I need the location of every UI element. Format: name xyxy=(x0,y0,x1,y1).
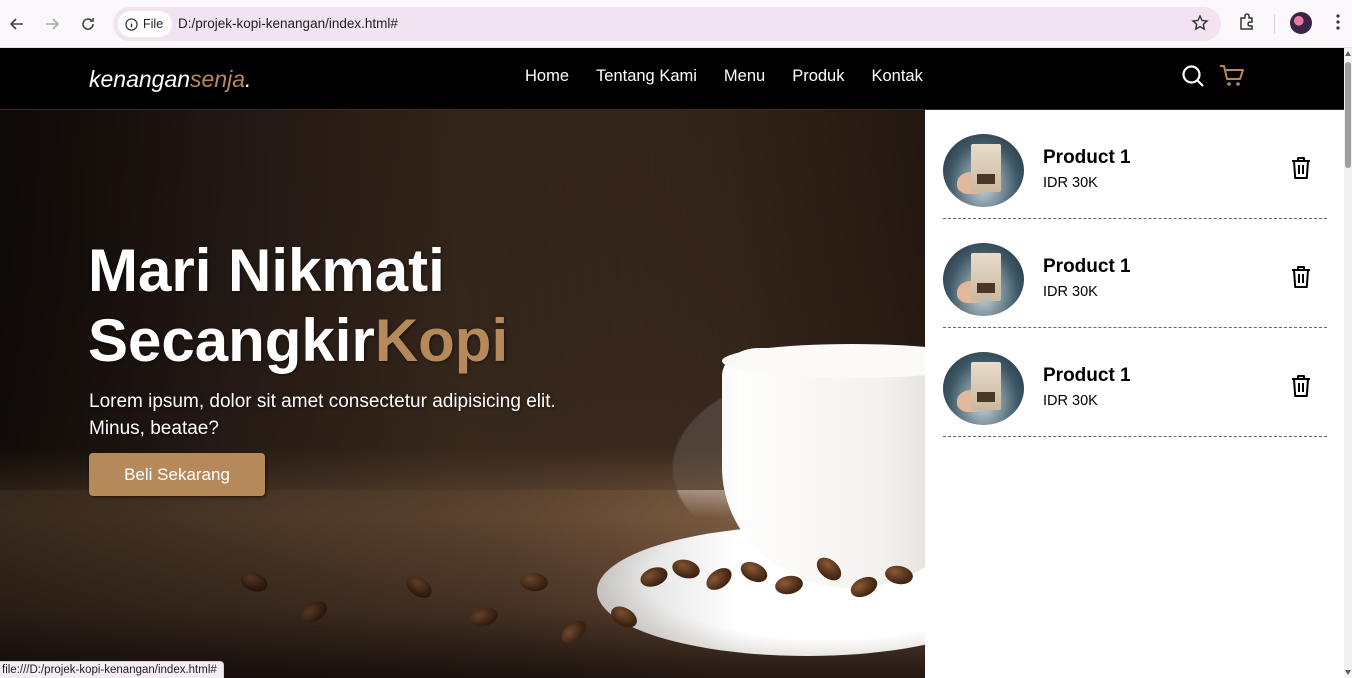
cart-item: Product 1 IDR 30K xyxy=(943,110,1327,219)
nav-link-tentang-kami[interactable]: Tentang Kami xyxy=(596,67,697,86)
site-info-chip[interactable]: File xyxy=(118,11,173,37)
cart-item-price: IDR 30K xyxy=(1043,175,1098,191)
cart-item-name: Product 1 xyxy=(1043,147,1131,168)
hero-title-accent: Kopi xyxy=(374,307,509,374)
cart-item-price: IDR 30K xyxy=(1043,284,1098,300)
profile-avatar[interactable] xyxy=(1290,12,1312,34)
shopping-cart-panel: Product 1 IDR 30K Product 1 IDR 30K Prod… xyxy=(925,110,1344,678)
search-icon[interactable] xyxy=(1181,64,1205,93)
brand-logo[interactable]: kenangansenja. xyxy=(89,66,251,93)
trash-icon[interactable] xyxy=(1291,374,1311,403)
brand-accent: senja xyxy=(190,66,246,92)
trash-icon[interactable] xyxy=(1291,265,1311,294)
nav-link-produk[interactable]: Produk xyxy=(792,67,844,86)
shopping-cart-icon[interactable] xyxy=(1219,64,1245,93)
coffee-pack-image xyxy=(971,144,1001,192)
nav-icons xyxy=(1181,64,1245,93)
trash-icon[interactable] xyxy=(1291,156,1311,185)
link-status-bar: file:///D:/projek-kopi-kenangan/index.ht… xyxy=(0,661,224,678)
cart-item-name: Product 1 xyxy=(1043,256,1131,277)
toolbar-divider xyxy=(1274,14,1275,34)
hero-title: Mari Nikmati SecangkirKopi xyxy=(88,236,508,376)
page-scrollbar[interactable] xyxy=(1344,48,1352,678)
hero-description: Lorem ipsum, dolor sit amet consectetur … xyxy=(89,391,556,439)
hero-title-line2: SecangkirKopi xyxy=(88,306,508,376)
product-thumbnail xyxy=(943,134,1024,207)
product-thumbnail xyxy=(943,352,1024,425)
bookmark-star-icon[interactable] xyxy=(1191,14,1209,37)
back-icon[interactable] xyxy=(5,12,29,36)
url-text[interactable]: D:/projek-kopi-kenangan/index.html# xyxy=(178,16,398,31)
reload-icon[interactable] xyxy=(76,12,100,36)
coffee-pack-image xyxy=(971,362,1001,410)
cart-item: Product 1 IDR 30K xyxy=(943,219,1327,328)
nav-link-kontak[interactable]: Kontak xyxy=(871,67,922,86)
cart-item-name: Product 1 xyxy=(1043,365,1131,386)
cart-item: Product 1 IDR 30K xyxy=(943,328,1327,437)
address-bar[interactable]: File D:/projek-kopi-kenangan/index.html# xyxy=(113,7,1221,41)
brand-dot: . xyxy=(245,66,252,92)
site-navbar: kenangansenja. Home Tentang Kami Menu Pr… xyxy=(0,48,1344,110)
scroll-down-arrow-icon[interactable] xyxy=(1345,670,1351,675)
nav-link-menu[interactable]: Menu xyxy=(724,67,765,86)
product-thumbnail xyxy=(943,243,1024,316)
extensions-icon[interactable] xyxy=(1237,12,1257,37)
hero-title-line1: Mari Nikmati xyxy=(88,237,445,304)
page-viewport: Mari Nikmati SecangkirKopi Lorem ipsum, … xyxy=(0,48,1344,678)
scrollbar-thumb[interactable] xyxy=(1345,62,1351,168)
cart-item-price: IDR 30K xyxy=(1043,393,1098,409)
brand-main: kenangan xyxy=(89,66,191,92)
more-menu-icon[interactable] xyxy=(1328,12,1348,37)
forward-icon[interactable] xyxy=(40,12,64,36)
info-icon xyxy=(125,17,138,31)
scroll-up-arrow-icon[interactable] xyxy=(1345,51,1351,56)
nav-links: Home Tentang Kami Menu Produk Kontak xyxy=(525,67,923,86)
file-chip-label: File xyxy=(143,17,164,31)
browser-toolbar: File D:/projek-kopi-kenangan/index.html# xyxy=(0,0,1352,48)
nav-link-home[interactable]: Home xyxy=(525,67,569,86)
buy-now-button[interactable]: Beli Sekarang xyxy=(89,453,265,496)
hero-title-main: Secangkir xyxy=(88,307,375,374)
coffee-pack-image xyxy=(971,253,1001,301)
